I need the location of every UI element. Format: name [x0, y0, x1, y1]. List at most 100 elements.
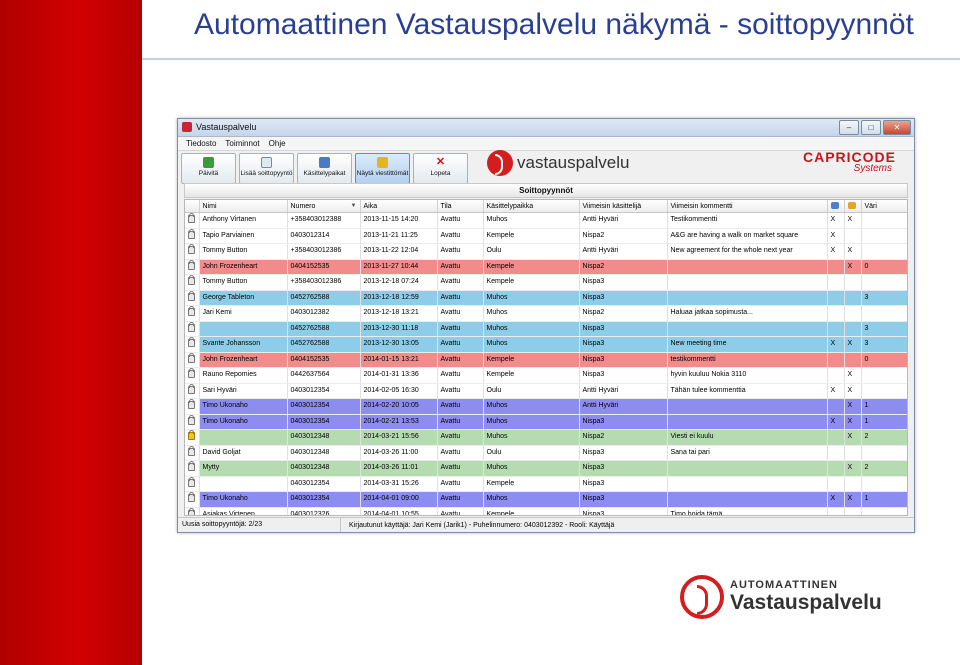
table-row[interactable]: 0403012354 2014-03-31 15:26 Avattu Kempele N…: [185, 476, 907, 492]
menu-item-toiminnot[interactable]: Toiminnot: [225, 139, 259, 148]
cell-nimi: Tapio Parviainen: [199, 228, 288, 244]
table-row[interactable]: Timo Ukonaho 0403012354 2014-04-01 09:00 Av…: [185, 491, 907, 508]
cell-lock: [185, 507, 200, 515]
table-row[interactable]: Mytty 0403012348 2014-03-26 11:01 Avattu Muh…: [185, 460, 907, 477]
cell-vari: 2: [861, 429, 907, 446]
table-row[interactable]: Timo Ukonaho 0403012354 2014-02-21 13:53 Av…: [185, 414, 907, 430]
callback-requests-grid: Nimi Numero ▼ Aika Tila Käsittelypaikka V…: [184, 199, 908, 516]
col-tila[interactable]: Tila: [437, 200, 484, 213]
menu-item-tiedosto[interactable]: Tiedosto: [186, 139, 216, 148]
table-row[interactable]: Tommy Button +358403012386 2013-11-22 12:0…: [185, 243, 907, 260]
cell-kommentti: Tähän tulee kommenttia: [667, 383, 828, 399]
table-row[interactable]: Svante Johansson 0452762588 2013-12-30 13:…: [185, 336, 907, 353]
quit-button[interactable]: ✕ Lopeta: [413, 153, 468, 184]
cell-comment-flag: [827, 445, 845, 461]
red-side-bar: [0, 0, 142, 665]
table-row[interactable]: Tapio Parviainen 0403012314 2013-11-21 11:…: [185, 228, 907, 244]
cell-aika: 2013-12-18 13:21: [360, 305, 438, 322]
col-viimeisin-kommentti[interactable]: Viimeisin kommentti: [667, 200, 828, 213]
table-row[interactable]: 0403012348 2014-03-21 15:56 Avattu Muhos Nis…: [185, 429, 907, 446]
cell-kommentti: [667, 491, 828, 508]
col-viimeisin-kasittelija[interactable]: Viimeisin käsittelijä: [579, 200, 668, 213]
cell-numero: 0403012354: [287, 383, 361, 399]
cell-kasittelija: Antti Hyväri: [579, 383, 668, 399]
cell-kasittelypaikka: Kempele: [483, 228, 580, 244]
cell-numero: 0403012354: [287, 398, 361, 415]
cell-comment-flag: [827, 429, 845, 446]
cell-comment-flag: [827, 507, 845, 515]
add-callback-request-button[interactable]: Lisää soittopyyntö: [239, 153, 294, 184]
cell-aika: 2014-03-31 15:26: [360, 476, 438, 492]
cell-aika: 2014-03-21 15:56: [360, 429, 438, 446]
cell-numero: 0403012314: [287, 228, 361, 244]
table-row[interactable]: Jari Kemi 0403012382 2013-12-18 13:21 Avatt…: [185, 305, 907, 322]
col-nimi[interactable]: Nimi: [199, 200, 288, 213]
cell-kasittelypaikka: Kempele: [483, 259, 580, 275]
cell-sound-flag: [844, 507, 862, 515]
cell-numero: 0403012354: [287, 491, 361, 508]
cell-kasittelija: Nispa3: [579, 336, 668, 353]
table-row[interactable]: David Goljat 0403012348 2014-03-26 11:00 Av…: [185, 445, 907, 461]
col-sound[interactable]: [844, 200, 862, 213]
cell-nimi: [199, 429, 288, 446]
lock-icon: [188, 275, 195, 285]
table-row[interactable]: John Frozenheart 0404152535 2014-01-15 13:…: [185, 352, 907, 368]
cell-kommentti: [667, 414, 828, 430]
table-row[interactable]: Tommy Button +358403012386 2013-12-18 07:2…: [185, 274, 907, 291]
cell-kasittelija: Nispa3: [579, 507, 668, 515]
cell-vari: [861, 445, 907, 461]
cell-nimi: Jari Kemi: [199, 305, 288, 322]
cell-kasittelypaikka: Oulu: [483, 243, 580, 260]
cell-lock: [185, 243, 200, 260]
window-titlebar[interactable]: Vastauspalvelu – □ ✕: [178, 119, 914, 137]
cell-comment-flag: X: [827, 383, 845, 399]
table-row[interactable]: Rauno Repomies 0442637564 2014-01-31 13:36…: [185, 367, 907, 384]
cell-kommentti: [667, 460, 828, 477]
status-new-requests: Uusia soittopyyntöjä: 2/23: [178, 518, 341, 532]
col-aika[interactable]: Aika: [360, 200, 438, 213]
col-numero[interactable]: Numero ▼: [287, 200, 361, 213]
maximize-button[interactable]: □: [861, 120, 881, 135]
cell-nimi: John Frozenheart: [199, 352, 288, 368]
cell-tila: Avattu: [437, 414, 484, 430]
close-button[interactable]: ✕: [883, 120, 911, 135]
cell-aika: 2013-12-18 12:59: [360, 290, 438, 306]
cell-kommentti: Timo hoida tämä: [667, 507, 828, 515]
cell-kasittelija: Antti Hyväri: [579, 398, 668, 415]
cell-vari: 0: [861, 259, 907, 275]
cell-lock: [185, 491, 200, 508]
refresh-button[interactable]: Päivitä: [181, 153, 236, 184]
table-row[interactable]: Anthony Virtanen +358403012388 2013-11-15 …: [185, 212, 907, 229]
minimize-button[interactable]: –: [839, 120, 859, 135]
cell-comment-flag: [827, 274, 845, 291]
cell-kommentti: New agreement for the whole next year: [667, 243, 828, 260]
cell-sound-flag: X: [844, 212, 862, 229]
status-logged-user: Kirjautunut käyttäjä: Jari Kemi (Jarik1)…: [349, 521, 615, 529]
col-comment[interactable]: [827, 200, 845, 213]
col-vari[interactable]: Väri: [861, 200, 907, 213]
cell-numero: 0404152535: [287, 259, 361, 275]
table-row[interactable]: Timo Ukonaho 0403012354 2014-02-20 10:05 Av…: [185, 398, 907, 415]
table-row[interactable]: John Frozenheart 0404152535 2013-11-27 10:…: [185, 259, 907, 275]
status-bar: Uusia soittopyyntöjä: 2/23 Kirjautunut k…: [178, 517, 914, 532]
cell-aika: 2014-04-01 10:55: [360, 507, 438, 515]
table-row[interactable]: Sari Hyväri 0403012354 2014-02-05 16:30 Ava…: [185, 383, 907, 399]
table-row[interactable]: Asiakas Virtenen 0403012326 2014-04-01 10:…: [185, 507, 907, 515]
cell-vari: [861, 367, 907, 384]
cell-vari: 1: [861, 491, 907, 508]
cell-vari: [861, 476, 907, 492]
app-icon: [182, 122, 192, 132]
cell-vari: 1: [861, 398, 907, 415]
table-row[interactable]: George Tableton 0452762588 2013-12-18 12:5…: [185, 290, 907, 306]
show-messageless-button[interactable]: Näytä viestittömät: [355, 153, 410, 184]
cell-kasittelija: Nispa2: [579, 305, 668, 322]
menu-item-ohje[interactable]: Ohje: [269, 139, 286, 148]
cell-kommentti: [667, 398, 828, 415]
vastauspalvelu-logo-mark-icon: [680, 575, 724, 619]
processing-locations-button[interactable]: Käsittelypaikat: [297, 153, 352, 184]
cell-kasittelypaikka: Oulu: [483, 383, 580, 399]
col-kasittelypaikka[interactable]: Käsittelypaikka: [483, 200, 580, 213]
cell-lock: [185, 228, 200, 244]
cell-nimi: John Frozenheart: [199, 259, 288, 275]
table-row[interactable]: 0452762588 2013-12-30 11:18 Avattu Muhos Nis…: [185, 321, 907, 337]
